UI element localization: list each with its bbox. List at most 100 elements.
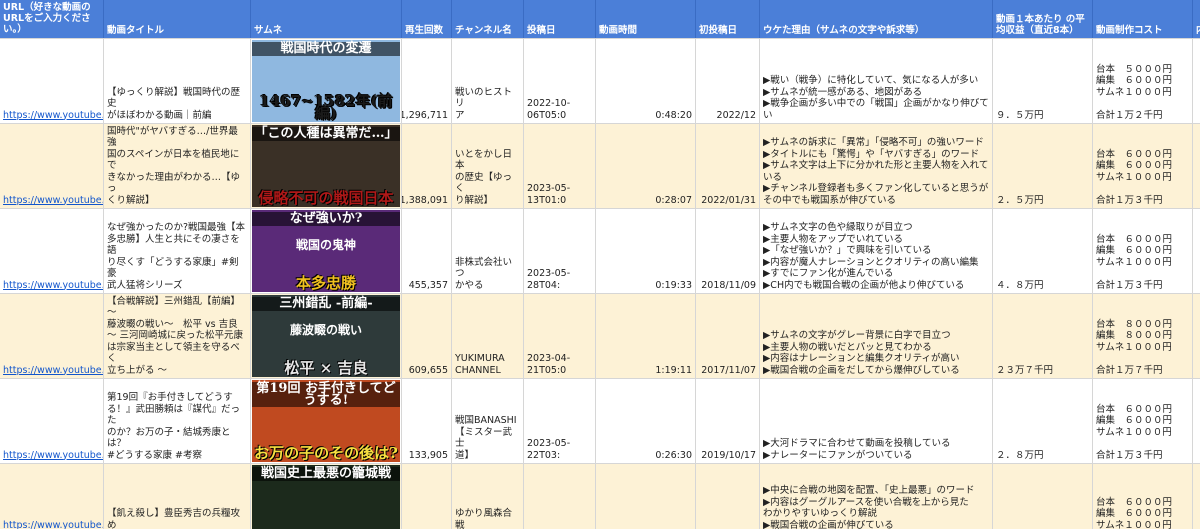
duration-cell[interactable]: 0:48:20 [596,39,696,123]
channel-cell[interactable]: ゆかり風森合戦 [452,464,524,529]
channel-cell[interactable]: 戦国BANASHI 【ミスター武士 道】 [452,379,524,463]
reason-cell[interactable]: ▶サムネの訴求に「異常」「侵略不可」の強いワード ▶タイトルにも「驚愕」や「ヤバ… [760,124,993,208]
posted-cell[interactable]: 2022-10-06T05:0 [524,39,596,123]
reason-cell[interactable]: ▶サムネ文字の色や縁取りが目立つ ▶主要人物をアップでいれている ▶「なぜ強いか… [760,209,993,293]
header-extra[interactable]: 内 [1193,0,1200,38]
revenue-cell[interactable]: ９．５万円 [993,39,1093,123]
cost-cell[interactable]: 台本 ６０００円 編集 ６０００円 サムネ１０００円 合計１万３千円 [1093,379,1193,463]
table-row: https://www.youtube.com 【ゆっくり解説】戦国時代の歴史 が… [0,38,1200,123]
thumbnail-cell[interactable]: 三州錯乱 -前編- 藤波畷の戦い 松平 × 吉良 [251,294,402,378]
channel-cell[interactable]: 戦いのヒストリ ア [452,39,524,123]
reason-cell[interactable]: ▶大河ドラマに合わせて動画を投稿している ▶ナレーターにファンがついている [760,379,993,463]
thumbnail-banner: 戦国時代の変遷 [252,42,400,56]
revenue-cell-text: ４．８万円 [996,279,1044,291]
cost-cell-text: 台本 ６０００円 編集 ６０００円 サムネ１０００円 [1096,496,1173,529]
cost-cell[interactable]: 台本 ６０００円 編集 ６０００円 サムネ１０００円 [1093,464,1193,529]
title-cell[interactable]: 【驚愕!!】世界が恐れた"日本の戦 国時代"がヤバすぎる…/世界最強 国のスペイ… [104,124,251,208]
duration-cell[interactable] [596,464,696,529]
thumbnail-subtitle: 戦国の鬼神 [295,238,356,252]
revenue-cell[interactable]: ２３万７千円 [993,294,1093,378]
header-title[interactable]: 動画タイトル [104,0,251,38]
url-cell-text[interactable]: https://www.youtube.com [3,520,103,529]
title-cell[interactable]: 【飢え殺し】豊臣秀吉の兵糧攻め [104,464,251,529]
thumbnail-cell[interactable]: 戦国時代の変遷 1467~1582年(前編) [251,39,402,123]
thumbnail-cell[interactable]: なぜ強いか? 戦国の鬼神 本多忠勝 [251,209,402,293]
url-cell[interactable]: https://www.youtube.com [0,209,104,293]
title-cell[interactable]: 【ゆっくり解説】戦国時代の歴史 がほぼわかる動画｜前編 [104,39,251,123]
revenue-cell[interactable]: ４．８万円 [993,209,1093,293]
views-cell[interactable]: 1,296,711 [402,39,452,123]
duration-cell[interactable]: 1:19:11 [596,294,696,378]
url-cell[interactable]: https://www.youtube.com [0,39,104,123]
duration-cell[interactable]: 0:28:07 [596,124,696,208]
views-cell-text: 1,388,091 [402,194,448,206]
header-duration[interactable]: 動画時間 [596,0,696,38]
thumbnail-caption: 侵略不可の戦国日本 [258,188,394,207]
url-cell-text[interactable]: https://www.youtube.com [3,450,103,462]
first-post-cell[interactable]: 2017/11/07 [696,294,760,378]
cost-cell[interactable]: 台本 ８０００円 編集 ８０００円 サムネ１０００円 合計１万７千円 [1093,294,1193,378]
views-cell[interactable]: 455,357 [402,209,452,293]
views-cell[interactable]: 133,905 [402,379,452,463]
reason-cell[interactable]: ▶中央に合戦の地図を配置、「史上最悪」のワード ▶内容はグーグルアースを使い合戦… [760,464,993,529]
revenue-cell[interactable] [993,464,1093,529]
revenue-cell-text: ２．８万円 [996,449,1044,461]
header-reason[interactable]: ウケた理由（サムネの文字や訴求等） [760,0,993,38]
channel-cell[interactable]: 非株式会社いつ かやる [452,209,524,293]
views-cell[interactable]: 609,655 [402,294,452,378]
duration-cell-text: 0:28:07 [655,194,692,206]
thumbnail-cell[interactable]: 「この人種は異常だ…」 侵略不可の戦国日本 [251,124,402,208]
url-cell-text[interactable]: https://www.youtube.com [3,280,103,292]
cost-cell-text: 台本 ８０００円 編集 ８０００円 サムネ１０００円 合計１万７千円 [1096,318,1173,376]
cost-cell[interactable]: 台本 ６０００円 編集 ６０００円 サムネ１０００円 合計１万３千円 [1093,209,1193,293]
reason-cell[interactable]: ▶戦い（戦争）に特化していて、気になる人が多い ▶サムネが統一感がある、地図があ… [760,39,993,123]
posted-cell[interactable]: 2023-04-21T05:0 [524,294,596,378]
thumbnail-cell[interactable]: 第19回 お手付きしてどうする! お万の子のその後は? [251,379,402,463]
channel-cell[interactable]: YUKIMURA CHANNEL [452,294,524,378]
cost-cell[interactable]: 台本 ５０００円 編集 ６０００円 サムネ１０００円 合計１万２千円 [1093,39,1193,123]
first-post-cell[interactable] [696,464,760,529]
revenue-cell[interactable]: ２．８万円 [993,379,1093,463]
views-cell[interactable] [402,464,452,529]
url-cell[interactable]: https://www.youtube.com [0,294,104,378]
posted-cell[interactable]: 2023-05-28T04: [524,209,596,293]
posted-cell[interactable]: 2023-05-22T03: [524,379,596,463]
url-cell-text[interactable]: https://www.youtube.com [3,195,103,207]
posted-cell[interactable]: 2023-05-13T01:0 [524,124,596,208]
first-post-cell[interactable]: 2022/12 [696,39,760,123]
revenue-cell[interactable]: ２．５万円 [993,124,1093,208]
header-first-post[interactable]: 初投稿日 [696,0,760,38]
revenue-cell-text: ９．５万円 [996,109,1044,121]
first-post-cell[interactable]: 2022/01/31 [696,124,760,208]
views-cell-text: 1,296,711 [402,109,448,121]
reason-cell[interactable]: ▶サムネの文字がグレー背景に白字で目立つ ▶主要人物の戦いだとパッと見てわかる … [760,294,993,378]
title-cell[interactable]: なぜ強かったのか?戦国最強【本 多忠勝】人生と共にその凄さを語 り尽くす「どうす… [104,209,251,293]
first-post-cell[interactable]: 2018/11/09 [696,209,760,293]
header-posted[interactable]: 投稿日 [524,0,596,38]
url-cell[interactable]: https://www.youtube.com [0,379,104,463]
thumbnail-banner: 三州錯乱 -前編- [252,297,400,311]
cost-cell[interactable]: 台本 ６０００円 編集 ６０００円 サムネ１０００円 合計１万３千円 [1093,124,1193,208]
revenue-cell-text: ２３万７千円 [996,364,1054,376]
posted-cell[interactable] [524,464,596,529]
url-cell[interactable]: https://www.youtube.com [0,464,104,529]
duration-cell[interactable]: 0:19:33 [596,209,696,293]
header-revenue[interactable]: 動画１本あたり の平均収益（直近8本） [993,0,1093,38]
header-cost[interactable]: 動画制作コスト [1093,0,1193,38]
header-views[interactable]: 再生回数 [402,0,452,38]
views-cell[interactable]: 1,388,091 [402,124,452,208]
reason-cell-text: ▶大河ドラマに合わせて動画を投稿している ▶ナレーターにファンがついている [763,438,951,461]
title-cell[interactable]: 【合戦解説】三州錯乱【前編】 ～ 藤波畷の戦い～ 松平 vs 吉良 ～ 三河岡崎… [104,294,251,378]
header-channel[interactable]: チャンネル名 [452,0,524,38]
url-cell-text[interactable]: https://www.youtube.com [3,110,103,122]
url-cell-text[interactable]: https://www.youtube.com [3,365,103,377]
thumbnail-cell[interactable]: 戦国史上最悪の籠城戦 [251,464,402,529]
header-url[interactable]: URL（好きな動画の URLをご入力くださ い。） [0,0,104,38]
table-row: https://www.youtube.com なぜ強かったのか?戦国最強【本 多… [0,208,1200,293]
first-post-cell[interactable]: 2019/10/17 [696,379,760,463]
channel-cell[interactable]: いとをかし日本 の歴史【ゆっく り解説】 [452,124,524,208]
url-cell[interactable]: https://www.youtube.com [0,124,104,208]
header-thumbnail[interactable]: サムネ [251,0,402,38]
duration-cell[interactable]: 0:26:30 [596,379,696,463]
title-cell[interactable]: 第19回『お手付きしてどうす る！』武田勝頼は『謀代』だった のか？お万の子・結… [104,379,251,463]
